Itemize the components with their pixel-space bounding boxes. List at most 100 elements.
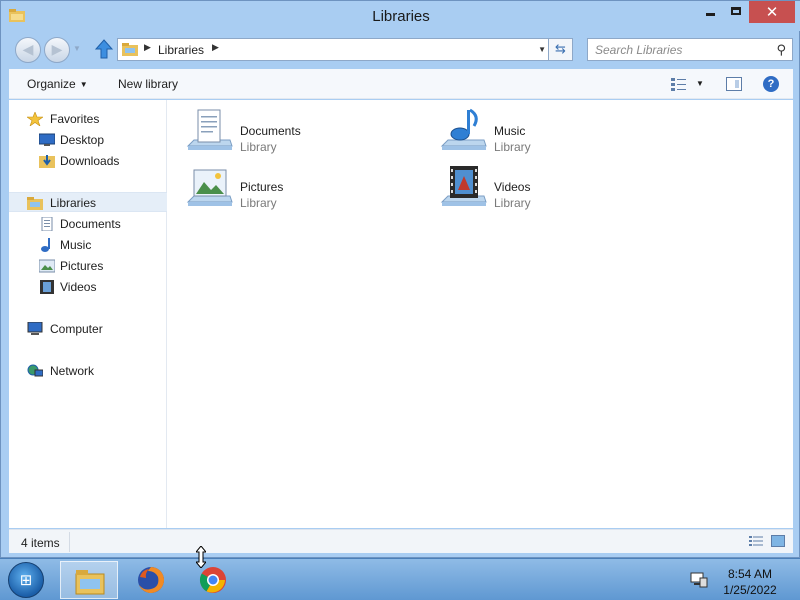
help-button[interactable]: ? (763, 76, 779, 92)
clock-time[interactable]: 8:54 AM (710, 567, 790, 581)
chrome-icon (199, 567, 226, 593)
desktop-icon (39, 133, 55, 146)
address-bar[interactable]: ▶ Libraries ▶ ▼ ⇆ (117, 38, 573, 61)
sidebar-item-desktop[interactable]: Desktop (9, 130, 167, 150)
network-icon (27, 364, 43, 377)
breadcrumb-separator-icon[interactable]: ▶ (212, 42, 219, 53)
search-input[interactable]: Search Libraries (595, 43, 682, 57)
videos-library-icon (440, 166, 487, 206)
search-box[interactable]: Search Libraries ⚲ (587, 38, 793, 61)
refresh-button[interactable]: ⇆ (548, 39, 572, 60)
library-tile-documents[interactable]: Documents Library (186, 108, 426, 156)
clock-date[interactable]: 1/25/2022 (710, 583, 790, 597)
refresh-icon: ⇆ (555, 41, 566, 56)
libraries-icon (122, 43, 138, 56)
large-icons-view-icon[interactable] (771, 535, 785, 547)
library-name: Documents (240, 124, 301, 138)
window-title: Libraries (372, 8, 430, 25)
network-tray-icon[interactable] (690, 572, 708, 588)
recent-locations-button[interactable]: ▼ (73, 44, 81, 53)
library-type: Library (494, 196, 531, 210)
taskbar-chrome[interactable] (184, 561, 242, 599)
documents-library-icon (186, 109, 233, 150)
close-button[interactable]: ✕ (749, 1, 795, 23)
music-library-icon (440, 108, 487, 150)
sidebar-item-favorites[interactable]: Favorites (9, 109, 167, 129)
change-view-icon[interactable] (671, 77, 687, 91)
command-bar: Organize ▼ New library ▼ ? (9, 69, 793, 99)
sidebar-item-music[interactable]: Music (9, 235, 167, 255)
search-icon[interactable]: ⚲ (776, 42, 786, 58)
sidebar-item-libraries[interactable]: Libraries (9, 192, 167, 212)
documents-icon (41, 217, 53, 231)
preview-pane-button[interactable] (726, 77, 742, 91)
downloads-icon (39, 155, 55, 168)
maximize-button[interactable] (723, 1, 749, 23)
library-name: Pictures (240, 180, 284, 194)
sidebar-item-label: Downloads (60, 154, 120, 168)
arrow-right-icon: ▶ (51, 41, 63, 57)
sidebar-item-pictures[interactable]: Pictures (9, 256, 167, 276)
library-tile-videos[interactable]: Videos Library (440, 164, 680, 212)
library-tile-music[interactable]: Music Library (440, 108, 680, 156)
content-area: Favorites Desktop Downloads Libraries Do… (9, 100, 793, 528)
address-dropdown-icon[interactable]: ▼ (538, 45, 546, 54)
status-divider (69, 532, 70, 552)
minimize-icon (706, 13, 715, 16)
file-explorer-icon (75, 570, 105, 595)
pictures-library-icon (186, 169, 233, 206)
library-type: Library (494, 140, 531, 154)
sidebar-item-label: Documents (60, 217, 121, 231)
file-list: Documents Library Music Library Pictures… (168, 100, 793, 528)
new-library-button[interactable]: New library (118, 77, 178, 91)
sidebar-item-network[interactable]: Network (9, 361, 167, 381)
taskbar-file-explorer[interactable] (60, 561, 118, 599)
chevron-down-icon: ▼ (79, 80, 88, 89)
start-button[interactable]: ⊞ (8, 562, 44, 598)
library-name: Videos (494, 180, 531, 194)
details-view-icon[interactable] (749, 535, 763, 547)
navigation-bar: ◀ ▶ ▼ ▶ Libraries ▶ ▼ ⇆ Search Libraries… (9, 35, 793, 65)
windows-logo-icon: ⊞ (19, 572, 33, 589)
breadcrumb-separator-icon[interactable]: ▶ (144, 42, 151, 53)
pictures-icon (39, 259, 55, 273)
maximize-icon (731, 7, 741, 15)
sidebar-item-videos[interactable]: Videos (9, 277, 167, 297)
view-options-dropdown[interactable]: ▼ (696, 79, 704, 88)
item-count: 4 items (21, 536, 60, 550)
star-icon (27, 112, 43, 126)
explorer-window: Libraries ✕ ◀ ▶ ▼ ▶ Libraries ▶ ▼ ⇆ Sear… (0, 0, 800, 558)
sidebar-item-label: Music (60, 238, 92, 252)
up-arrow-icon[interactable] (95, 39, 113, 59)
sidebar-item-label: Videos (60, 280, 97, 294)
organize-label: Organize (27, 77, 76, 91)
close-icon: ✕ (765, 3, 779, 21)
back-button[interactable]: ◀ (15, 37, 41, 63)
library-tile-pictures[interactable]: Pictures Library (186, 164, 426, 212)
sidebar-item-label: Computer (50, 322, 103, 336)
sidebar-item-computer[interactable]: Computer (9, 319, 167, 339)
taskbar: ⊞ 8:54 AM 1/25/2022 (0, 558, 800, 600)
status-bar: 4 items (9, 529, 793, 553)
videos-icon (40, 280, 54, 294)
firefox-icon (138, 567, 164, 593)
sidebar-item-downloads[interactable]: Downloads (9, 151, 167, 171)
resize-cursor-icon (196, 546, 206, 568)
library-type: Library (240, 140, 277, 154)
sidebar-item-label: Favorites (50, 112, 100, 126)
library-type: Library (240, 196, 277, 210)
sidebar-item-label: Network (50, 364, 95, 378)
minimize-button[interactable] (697, 1, 723, 23)
forward-button[interactable]: ▶ (44, 37, 70, 63)
libraries-icon (27, 197, 43, 210)
sidebar-item-label: Libraries (50, 196, 97, 210)
organize-button[interactable]: Organize ▼ (27, 77, 88, 91)
sidebar-item-documents[interactable]: Documents (9, 214, 167, 234)
breadcrumb-libraries[interactable]: Libraries (158, 43, 204, 57)
computer-icon (27, 322, 43, 335)
library-name: Music (494, 124, 526, 138)
title-bar[interactable]: Libraries ✕ (1, 1, 800, 31)
music-icon (41, 238, 50, 252)
taskbar-firefox[interactable] (122, 561, 180, 599)
arrow-left-icon: ◀ (22, 41, 34, 57)
